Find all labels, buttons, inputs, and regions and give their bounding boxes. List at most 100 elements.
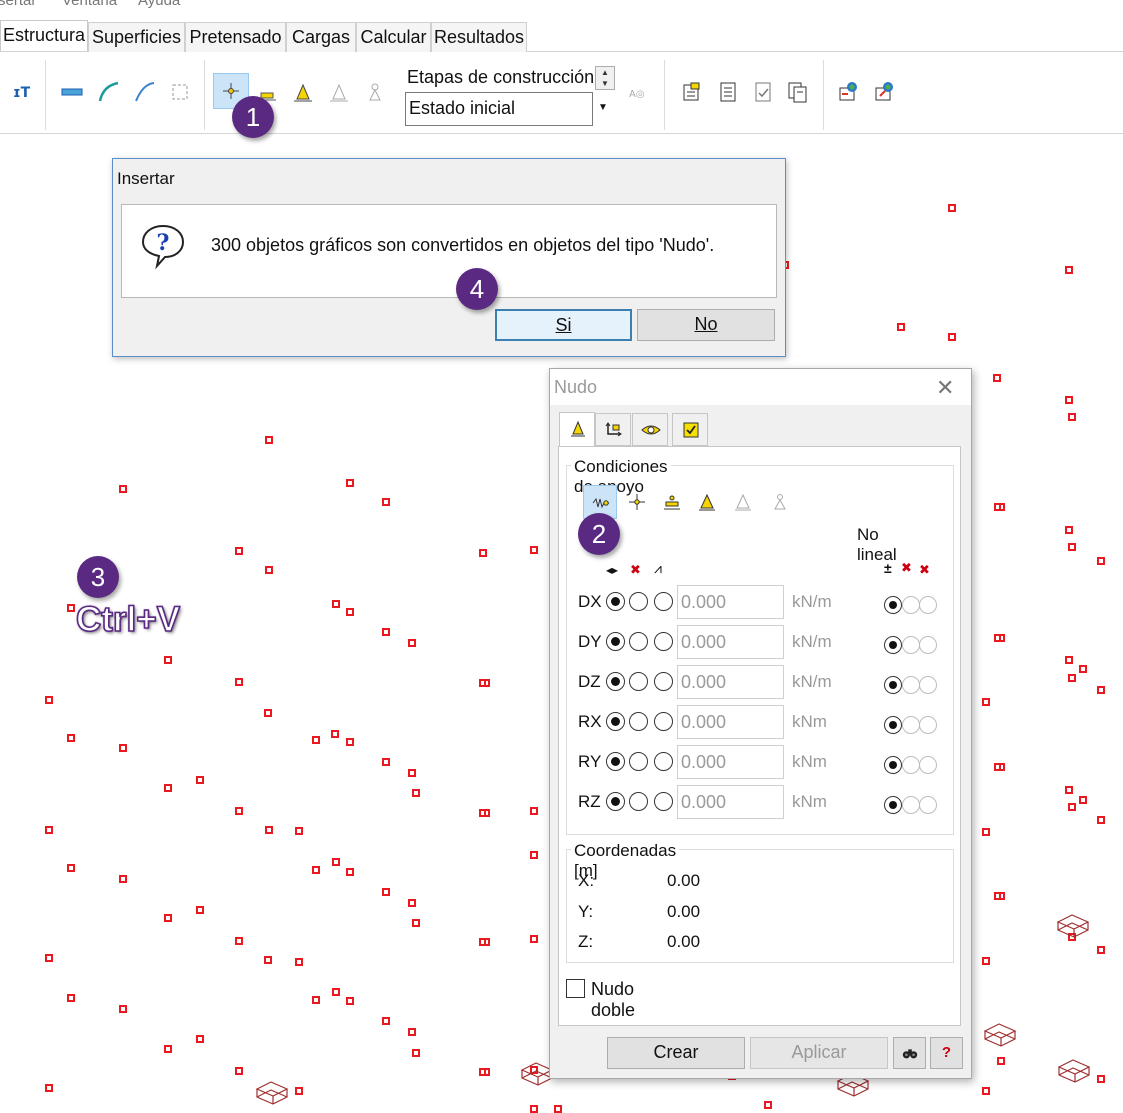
- node-marker[interactable]: [265, 826, 273, 834]
- node-marker[interactable]: [45, 1084, 53, 1092]
- node-marker[interactable]: [530, 1105, 538, 1113]
- construction-stage-select[interactable]: Estado inicial: [405, 92, 593, 126]
- node-marker[interactable]: [235, 547, 243, 555]
- nonlinear-none-radio[interactable]: [884, 716, 902, 734]
- double-node-marker[interactable]: [479, 809, 490, 817]
- import-icon[interactable]: [837, 80, 861, 104]
- node-marker[interactable]: [346, 608, 354, 616]
- hinged-support-button[interactable]: [763, 485, 797, 519]
- document-icon[interactable]: [716, 80, 740, 104]
- roller-support-button[interactable]: [655, 485, 689, 519]
- nonlinear-positive-radio[interactable]: [902, 596, 920, 614]
- nonlinear-positive-radio[interactable]: [902, 716, 920, 734]
- node-marker[interactable]: [479, 549, 487, 557]
- node-marker[interactable]: [164, 784, 172, 792]
- polygon-icon[interactable]: [168, 80, 192, 104]
- node-marker[interactable]: [331, 730, 339, 738]
- double-node-marker[interactable]: [994, 892, 1005, 900]
- node-marker[interactable]: [67, 734, 75, 742]
- nonlinear-none-radio[interactable]: [884, 796, 902, 814]
- dof-free-radio[interactable]: [606, 792, 625, 811]
- fixed-support-button[interactable]: [690, 485, 724, 519]
- node-marker[interactable]: [67, 864, 75, 872]
- node-marker[interactable]: [408, 769, 416, 777]
- node-marker[interactable]: [1068, 543, 1076, 551]
- tab-checks[interactable]: [672, 413, 708, 446]
- node-marker[interactable]: [897, 323, 905, 331]
- visibility-icon[interactable]: A◎: [628, 82, 652, 106]
- support-box-icon[interactable]: [983, 1022, 1017, 1048]
- nonlinear-negative-radio[interactable]: [919, 636, 937, 654]
- tab-pretensado[interactable]: Pretensado: [185, 22, 286, 52]
- node-marker[interactable]: [997, 1057, 1005, 1065]
- node-marker[interactable]: [1097, 1075, 1105, 1083]
- structure-icon[interactable]: ɪT: [10, 80, 34, 104]
- dof-stiffness-input[interactable]: 0.000: [677, 785, 784, 819]
- nonlinear-negative-radio[interactable]: [919, 596, 937, 614]
- node-marker[interactable]: [346, 868, 354, 876]
- double-node-marker[interactable]: [994, 763, 1005, 771]
- node-marker[interactable]: [382, 758, 390, 766]
- nonlinear-negative-radio[interactable]: [919, 756, 937, 774]
- fixed-support-icon[interactable]: [291, 80, 315, 104]
- double-node-marker[interactable]: [479, 1068, 490, 1076]
- node-marker[interactable]: [45, 696, 53, 704]
- node-marker[interactable]: [265, 566, 273, 574]
- node-marker[interactable]: [346, 479, 354, 487]
- nonlinear-positive-radio[interactable]: [902, 676, 920, 694]
- dof-fixed-radio[interactable]: [629, 592, 648, 611]
- node-marker[interactable]: [235, 807, 243, 815]
- node-marker[interactable]: [554, 1105, 562, 1113]
- construction-stages-spinner[interactable]: ▲ ▼: [595, 66, 615, 90]
- close-icon[interactable]: ✕: [936, 375, 954, 401]
- node-marker[interactable]: [295, 958, 303, 966]
- node-marker[interactable]: [295, 1087, 303, 1095]
- node-marker[interactable]: [382, 628, 390, 636]
- node-marker[interactable]: [1097, 686, 1105, 694]
- node-marker[interactable]: [312, 736, 320, 744]
- node-marker[interactable]: [196, 906, 204, 914]
- beam-icon[interactable]: [60, 80, 84, 104]
- node-marker[interactable]: [235, 937, 243, 945]
- nonlinear-positive-radio[interactable]: [902, 756, 920, 774]
- document-check-icon[interactable]: [751, 80, 775, 104]
- nonlinear-positive-radio[interactable]: [902, 636, 920, 654]
- node-marker[interactable]: [948, 204, 956, 212]
- dof-free-radio[interactable]: [606, 752, 625, 771]
- double-node-marker[interactable]: [994, 503, 1005, 511]
- node-marker[interactable]: [119, 875, 127, 883]
- node-marker[interactable]: [530, 807, 538, 815]
- nonlinear-none-radio[interactable]: [884, 676, 902, 694]
- dof-fixed-radio[interactable]: [629, 672, 648, 691]
- node-marker[interactable]: [1065, 266, 1073, 274]
- chevron-down-icon[interactable]: ▼: [598, 102, 608, 113]
- dof-spring-radio[interactable]: [654, 712, 673, 731]
- node-marker[interactable]: [265, 436, 273, 444]
- support-box-icon[interactable]: [1057, 1058, 1091, 1084]
- dof-free-radio[interactable]: [606, 672, 625, 691]
- node-marker[interactable]: [67, 994, 75, 1002]
- hinge-support-icon[interactable]: [363, 80, 387, 104]
- node-marker[interactable]: [1065, 526, 1073, 534]
- curve-beam-icon[interactable]: [133, 80, 157, 104]
- node-marker[interactable]: [119, 485, 127, 493]
- node-marker[interactable]: [412, 789, 420, 797]
- dof-spring-radio[interactable]: [654, 672, 673, 691]
- node-marker[interactable]: [1068, 413, 1076, 421]
- dof-fixed-radio[interactable]: [629, 752, 648, 771]
- node-marker[interactable]: [982, 957, 990, 965]
- find-button[interactable]: [893, 1037, 926, 1069]
- node-marker[interactable]: [982, 828, 990, 836]
- node-marker[interactable]: [1065, 396, 1073, 404]
- dof-stiffness-input[interactable]: 0.000: [677, 585, 784, 619]
- node-marker[interactable]: [1097, 557, 1105, 565]
- node-marker[interactable]: [982, 698, 990, 706]
- node-marker[interactable]: [235, 1067, 243, 1075]
- yes-button[interactable]: Si: [495, 309, 632, 341]
- node-marker[interactable]: [196, 1035, 204, 1043]
- node-marker[interactable]: [264, 709, 272, 717]
- node-marker[interactable]: [408, 639, 416, 647]
- node-marker[interactable]: [295, 827, 303, 835]
- dof-spring-radio[interactable]: [654, 752, 673, 771]
- spin-up-icon[interactable]: ▲: [596, 67, 614, 78]
